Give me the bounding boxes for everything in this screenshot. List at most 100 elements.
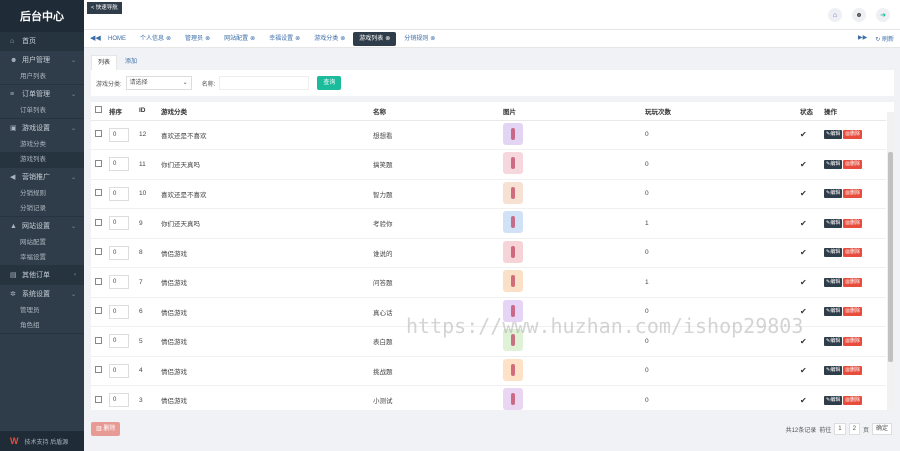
quick-nav-button[interactable]: < 快速导航	[87, 2, 122, 14]
close-icon[interactable]: ⊗	[250, 36, 255, 42]
close-icon[interactable]: ⊗	[295, 36, 300, 42]
sort-input[interactable]: 0	[109, 334, 129, 349]
refresh-button[interactable]: ↻ 刷新	[875, 34, 894, 43]
row-checkbox[interactable]	[95, 218, 102, 226]
search-button[interactable]: 查询	[317, 76, 342, 90]
sidebar-subitem[interactable]: 网站配置	[0, 235, 84, 250]
tab-6[interactable]: 游戏列表 ⊗	[353, 32, 397, 46]
edit-button[interactable]: ✎编辑	[824, 248, 843, 258]
delete-button[interactable]: ▥删除	[843, 130, 862, 140]
sidebar-subitem[interactable]: 游戏列表	[0, 152, 84, 167]
sidebar-item-3[interactable]: ▣ 游戏设置 ⌄	[0, 119, 84, 137]
row-checkbox[interactable]	[95, 395, 102, 403]
row-checkbox[interactable]	[95, 159, 102, 167]
edit-button[interactable]: ✎编辑	[824, 277, 843, 287]
logout-icon[interactable]: ➜	[876, 8, 890, 22]
sidebar-subitem[interactable]: 订单列表	[0, 103, 84, 118]
row-checkbox[interactable]	[95, 336, 102, 344]
close-icon[interactable]: ⊗	[385, 36, 390, 42]
sidebar-item-4[interactable]: ◀ 营销推广 ⌄	[0, 168, 84, 186]
subtab-add[interactable]: 添加	[119, 55, 143, 70]
check-icon[interactable]: ✔	[800, 337, 807, 346]
check-icon[interactable]: ✔	[800, 160, 807, 169]
header-sort[interactable]: 排序	[109, 102, 139, 121]
row-checkbox[interactable]	[95, 189, 102, 197]
sort-input[interactable]: 0	[109, 363, 129, 378]
row-checkbox[interactable]	[95, 248, 102, 256]
page-confirm-button[interactable]: 确定	[871, 423, 892, 435]
delete-button[interactable]: ▥删除	[843, 307, 862, 317]
tab-3[interactable]: 网站配置 ⊗	[218, 32, 261, 46]
sidebar-item-5[interactable]: ▲ 网站设置 ⌄	[0, 217, 84, 235]
edit-button[interactable]: ✎编辑	[824, 366, 843, 376]
close-icon[interactable]: ⊗	[166, 36, 171, 42]
tabs-scroll-left-icon[interactable]: ◀◀	[90, 34, 101, 42]
edit-button[interactable]: ✎编辑	[824, 159, 843, 169]
delete-button[interactable]: ▥删除	[843, 277, 862, 287]
name-input[interactable]	[219, 76, 310, 90]
delete-button[interactable]: ▥删除	[843, 189, 862, 199]
bulk-delete-button[interactable]: ▥ 删除	[91, 422, 121, 436]
sidebar-subitem[interactable]: 游戏分类	[0, 137, 84, 152]
row-checkbox[interactable]	[95, 130, 102, 138]
scrollbar-thumb[interactable]	[888, 152, 893, 362]
edit-button[interactable]: ✎编辑	[824, 189, 843, 199]
sidebar-subitem[interactable]: 分销记录	[0, 201, 84, 216]
home-icon[interactable]: ⌂	[828, 8, 842, 22]
header-id[interactable]: ID	[139, 102, 161, 121]
sidebar-subitem[interactable]: 幸福设置	[0, 250, 84, 265]
sort-input[interactable]: 0	[109, 275, 129, 290]
sidebar-subitem[interactable]: 用户列表	[0, 69, 84, 84]
delete-button[interactable]: ▥删除	[843, 248, 862, 258]
close-icon[interactable]: ⊗	[430, 36, 435, 42]
page-1[interactable]: 1	[834, 423, 846, 435]
sidebar-subitem[interactable]: 分销规则	[0, 186, 84, 201]
sidebar-subitem[interactable]: 角色组	[0, 318, 84, 333]
edit-button[interactable]: ✎编辑	[824, 307, 843, 317]
sidebar-item-6[interactable]: ▤ 其他订单 ‹	[0, 266, 84, 284]
delete-button[interactable]: ▥删除	[843, 159, 862, 169]
sort-input[interactable]: 0	[109, 304, 129, 319]
edit-button[interactable]: ✎编辑	[824, 130, 843, 140]
delete-button[interactable]: ▥删除	[843, 366, 862, 376]
sidebar-item-1[interactable]: ☻ 用户管理 ⌄	[0, 51, 84, 69]
select-all-checkbox[interactable]	[95, 106, 102, 114]
check-icon[interactable]: ✔	[800, 189, 807, 198]
sort-input[interactable]: 0	[109, 186, 129, 201]
tab-4[interactable]: 幸福设置 ⊗	[263, 32, 306, 46]
check-icon[interactable]: ✔	[800, 396, 807, 405]
check-icon[interactable]: ✔	[800, 278, 807, 287]
tabs-scroll-right-icon[interactable]: ▶▶	[858, 34, 867, 43]
page-2[interactable]: 2	[848, 423, 860, 435]
check-icon[interactable]: ✔	[800, 130, 807, 139]
table-scrollbar[interactable]	[887, 112, 894, 410]
delete-button[interactable]: ▥删除	[843, 336, 862, 346]
tab-5[interactable]: 游戏分类 ⊗	[308, 32, 351, 46]
sort-input[interactable]: 0	[109, 216, 129, 231]
tab-1[interactable]: 个人信息 ⊗	[134, 32, 177, 46]
edit-button[interactable]: ✎编辑	[824, 336, 843, 346]
sort-input[interactable]: 0	[109, 393, 129, 408]
delete-button[interactable]: ▥删除	[843, 395, 862, 405]
tab-7[interactable]: 分销规则 ⊗	[398, 32, 441, 46]
check-icon[interactable]: ✔	[800, 366, 807, 375]
row-checkbox[interactable]	[95, 307, 102, 315]
edit-button[interactable]: ✎编辑	[824, 218, 843, 228]
check-icon[interactable]: ✔	[800, 248, 807, 257]
tab-2[interactable]: 管理员 ⊗	[179, 32, 216, 46]
check-icon[interactable]: ✔	[800, 307, 807, 316]
row-checkbox[interactable]	[95, 366, 102, 374]
user-icon[interactable]: ☻	[852, 8, 866, 22]
sidebar-subitem[interactable]: 管理员	[0, 303, 84, 318]
category-select[interactable]: 请选择 ⌄	[125, 76, 192, 90]
sort-input[interactable]: 0	[109, 127, 129, 142]
tab-0[interactable]: HOME	[102, 32, 132, 46]
subtab-list[interactable]: 列表	[91, 55, 118, 70]
close-icon[interactable]: ⊗	[205, 36, 210, 42]
sidebar-item-0[interactable]: ⌂ 首页	[0, 32, 84, 50]
sort-input[interactable]: 0	[109, 245, 129, 260]
check-icon[interactable]: ✔	[800, 219, 807, 228]
delete-button[interactable]: ▥删除	[843, 218, 862, 228]
row-checkbox[interactable]	[95, 277, 102, 285]
sidebar-item-7[interactable]: ✲ 系统设置 ⌄	[0, 285, 84, 303]
